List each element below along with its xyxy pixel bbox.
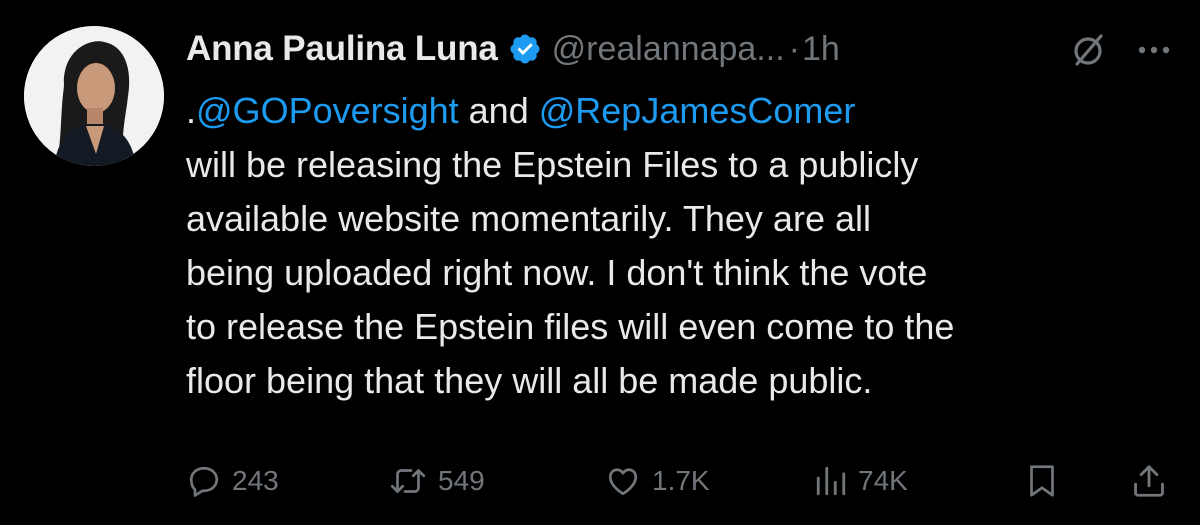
bookmark-button[interactable] (1024, 456, 1060, 506)
like-button[interactable]: 1.7K (604, 456, 710, 506)
tweet-text-line: available website momentarily. They are … (186, 198, 871, 239)
tweet-text: .@GOPoversight and @RepJamesComer will b… (186, 84, 1176, 408)
tweet-header: Anna Paulina Luna @realannapa... · 1h (186, 24, 840, 74)
tweet-text-line: floor being that they will all be made p… (186, 360, 873, 401)
reply-count: 243 (232, 465, 279, 496)
views-icon (814, 463, 848, 499)
action-bar: 243 549 1.7K 74K (0, 456, 1200, 506)
repost-button[interactable]: 549 (388, 456, 485, 506)
tweet-text-line: will be releasing the Epstein Files to a… (186, 144, 919, 185)
more-icon[interactable] (1134, 32, 1174, 68)
mention-repjamescomer[interactable]: @RepJamesComer (539, 90, 856, 131)
separator-dot: · (788, 29, 800, 68)
verified-badge-icon[interactable] (508, 32, 542, 66)
reply-icon (186, 463, 222, 499)
author-display-name[interactable]: Anna Paulina Luna (186, 29, 498, 69)
timestamp[interactable]: 1h (802, 30, 840, 69)
like-count: 1.7K (652, 465, 710, 496)
repost-count: 549 (438, 465, 485, 496)
reply-button[interactable]: 243 (186, 456, 279, 506)
tweet-text-line: .@GOPoversight and @RepJamesComer (186, 84, 1176, 138)
author-handle[interactable]: @realannapa... (552, 30, 785, 69)
views-count: 74K (858, 465, 908, 496)
mention-gopoversight[interactable]: @GOPoversight (196, 90, 459, 131)
repost-icon (388, 463, 428, 499)
share-button[interactable] (1130, 456, 1168, 506)
grok-icon[interactable] (1068, 30, 1108, 70)
tweet-text-line: being uploaded right now. I don't think … (186, 252, 928, 293)
text-and: and (458, 90, 539, 131)
like-icon (604, 463, 642, 499)
share-icon (1130, 461, 1168, 501)
views-button[interactable]: 74K (814, 456, 908, 506)
avatar[interactable] (24, 26, 164, 166)
tweet-text-line: to release the Epstein files will even c… (186, 306, 955, 347)
bookmark-icon (1024, 461, 1060, 501)
text-prefix: . (186, 90, 197, 131)
